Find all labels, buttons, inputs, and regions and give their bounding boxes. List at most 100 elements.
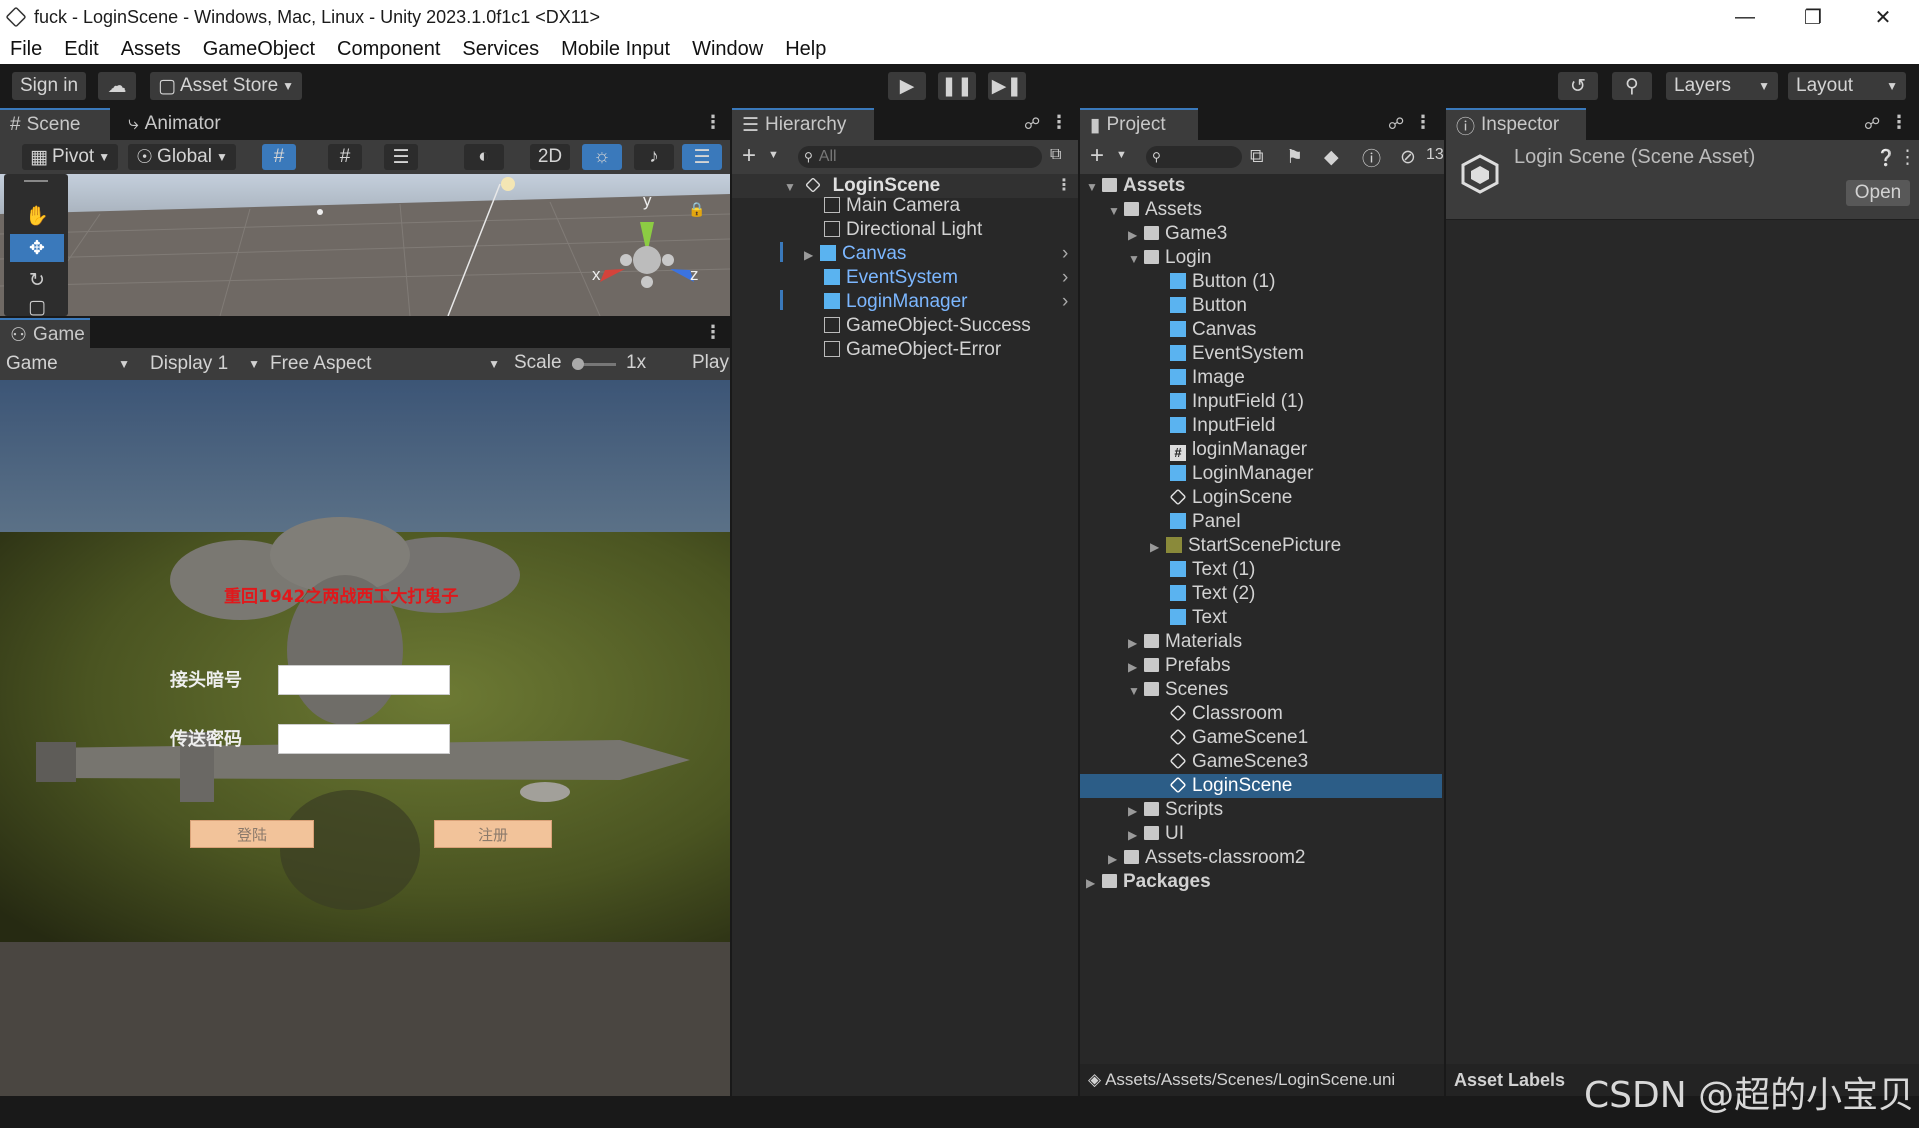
label-filter-icon[interactable]: ◆ [1324,146,1339,169]
expand-arrow-icon[interactable]: ▼ [1128,679,1140,703]
asset-item[interactable]: LoginScene [1169,486,1292,510]
expand-arrow-icon[interactable]: ▼ [1128,247,1140,271]
expand-arrow-icon[interactable]: ▶ [1108,847,1120,871]
folder-prefabs[interactable]: ▶ Prefabs [1128,654,1230,678]
more-menu-icon[interactable]: ⋮ [1056,174,1072,198]
history-icon[interactable]: ↺ [1558,72,1598,100]
login-button[interactable]: 登陆 [190,820,314,848]
menu-gameobject[interactable]: GameObject [203,38,315,61]
chevron-down-icon[interactable]: ▼ [1116,149,1127,161]
hierarchy-item-gameobject-error[interactable]: GameObject-Error [824,338,1001,362]
hierarchy-item-loginmanager[interactable]: LoginManager › [824,290,1078,314]
tab-game[interactable]: ⚇ Game [0,318,90,350]
layers-dropdown[interactable]: Layers ▼ [1666,72,1778,100]
scene-item[interactable]: Classroom [1169,702,1283,726]
grid-snap-icon[interactable]: # [262,144,296,170]
chevron-down-icon[interactable]: ▼ [768,149,779,161]
expand-arrow-icon[interactable]: ▶ [1128,655,1140,679]
cloud-icon[interactable]: ☁ [98,72,136,100]
asset-item[interactable]: # loginManager [1170,438,1307,462]
hierarchy-item-main-camera[interactable]: Main Camera [824,194,960,218]
asset-item[interactable]: Button [1170,294,1247,318]
expand-arrow-icon[interactable]: ▶ [1150,535,1162,559]
lock-icon[interactable]: ☍ [1864,114,1880,134]
tab-project[interactable]: ▮ Project [1080,108,1198,140]
open-button[interactable]: Open [1846,180,1910,206]
asset-item[interactable]: Image [1170,366,1245,390]
more-menu-icon[interactable]: ⋮ [1898,146,1917,169]
folder-game3[interactable]: ▶ Game3 [1128,222,1227,246]
register-button[interactable]: 注册 [434,820,552,848]
chevron-right-icon[interactable]: › [1062,266,1068,290]
folder-assets[interactable]: ▼ Assets [1108,198,1202,222]
effects-icon[interactable]: ☰ [682,144,722,170]
hierarchy-item-gameobject-success[interactable]: GameObject-Success [824,314,1031,338]
expand-arrow-icon[interactable]: ▼ [1086,175,1098,199]
hierarchy-search[interactable]: ⚲ All [798,146,1042,168]
scene-view[interactable]: y x z 🔒 ✋ ✥ ↻ ▢ [0,174,730,316]
asset-item[interactable]: Text (2) [1170,582,1255,606]
expand-arrow-icon[interactable]: ▶ [804,243,816,267]
expand-arrow-icon[interactable]: ▼ [784,175,796,199]
sign-in-button[interactable]: Sign in [12,72,87,100]
asset-item[interactable]: Text (1) [1170,558,1255,582]
menu-help[interactable]: Help [785,38,826,61]
menu-edit[interactable]: Edit [64,38,98,61]
password-input[interactable] [278,724,450,754]
folder-scenes[interactable]: ▼ Scenes [1128,678,1228,702]
tab-scene[interactable]: # Scene [0,108,110,140]
hierarchy-item-directional-light[interactable]: Directional Light [824,218,982,242]
display-dropdown[interactable]: Display 1 ▼ [150,352,260,376]
asset-item[interactable]: Panel [1170,510,1241,534]
hierarchy-item-canvas[interactable]: ▶ Canvas › [804,242,1078,266]
hidden-eye-icon[interactable]: ⊘ [1400,146,1416,169]
more-menu-icon[interactable]: ⋮ [1414,112,1432,133]
scene-item[interactable]: GameScene3 [1169,750,1308,774]
scale-tool-icon[interactable]: ▢ [10,297,64,317]
close-icon[interactable]: ✕ [1848,0,1918,34]
menu-assets[interactable]: Assets [121,38,181,61]
hand-tool-icon[interactable]: ✋ [10,202,64,230]
more-menu-icon[interactable]: ⋮ [704,322,722,343]
increment-snap-icon[interactable]: # [328,144,362,170]
folder-assets-classroom2[interactable]: ▶ Assets-classroom2 [1108,846,1306,870]
restore-icon[interactable]: ❐ [1778,0,1848,34]
lock-icon[interactable]: ☍ [1024,114,1040,134]
scale-slider-thumb[interactable] [572,358,584,370]
tab-animator[interactable]: ⤷ Animator [118,108,231,140]
layout-dropdown[interactable]: Layout ▼ [1788,72,1906,100]
audio-mute-icon[interactable]: ♪ [634,144,674,170]
lock-icon[interactable]: 🔒 [688,201,705,218]
search-icon[interactable]: ⚲ [1612,72,1652,100]
asset-item[interactable]: EventSystem [1170,342,1304,366]
chevron-right-icon[interactable]: › [1062,290,1068,314]
search-window-icon[interactable]: ⧉ [1250,146,1264,168]
pivot-dropdown[interactable]: ▦ Pivot ▼ [22,144,119,170]
expand-arrow-icon[interactable]: ▶ [1128,823,1140,847]
pause-button[interactable]: ❚❚ [938,72,976,100]
global-dropdown[interactable]: ☉ Global ▼ [128,144,236,170]
play-button[interactable]: ▶ [888,72,926,100]
more-menu-icon[interactable]: ⋮ [1890,112,1908,133]
lighting-icon[interactable]: ☼ [582,144,622,170]
folder-ui[interactable]: ▶ UI [1128,822,1184,846]
scene-item-selected[interactable]: LoginScene [1080,774,1442,798]
expand-arrow-icon[interactable]: ▶ [1128,799,1140,823]
project-root-packages[interactable]: ▶ Packages [1086,870,1211,894]
error-filter-icon[interactable]: ⓘ [1362,144,1381,171]
asset-item[interactable]: InputField (1) [1170,390,1304,414]
game-view-dropdown[interactable]: Game ▼ [6,352,130,376]
drag-handle[interactable] [24,180,48,182]
menu-window[interactable]: Window [692,38,763,61]
asset-store-button[interactable]: ▢ Asset Store ▼ [150,72,303,100]
asset-item[interactable]: InputField [1170,414,1275,438]
menu-component[interactable]: Component [337,38,440,61]
game-view[interactable]: 重回1942之两战西工大打鬼子 接头暗号 传送密码 登陆 注册 [0,380,730,1096]
menu-mobile-input[interactable]: Mobile Input [561,38,670,61]
expand-arrow-icon[interactable]: ▶ [1128,631,1140,655]
type-filter-icon[interactable]: ⚑ [1286,146,1303,169]
more-menu-icon[interactable]: ⋮ [1050,112,1068,133]
asset-item[interactable]: ▶ StartScenePicture [1150,534,1341,558]
lock-icon[interactable]: ☍ [1388,114,1404,134]
project-search[interactable]: ⚲ [1146,146,1242,168]
